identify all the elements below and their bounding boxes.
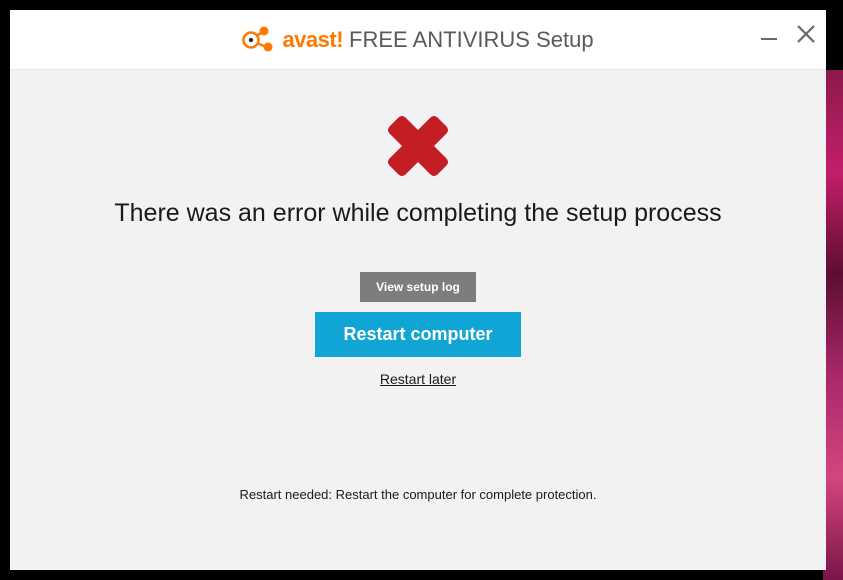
error-x-icon xyxy=(382,110,454,187)
window-controls xyxy=(760,24,816,44)
content-area: There was an error while completing the … xyxy=(10,70,826,570)
title-content: avast! FREE ANTIVIRUS Setup xyxy=(242,23,593,57)
title-suffix: FREE ANTIVIRUS Setup xyxy=(349,27,594,53)
background-decoration xyxy=(823,70,843,580)
error-heading: There was an error while completing the … xyxy=(114,199,721,228)
minimize-button[interactable] xyxy=(760,25,778,43)
restart-later-link[interactable]: Restart later xyxy=(380,371,456,387)
brand-name: avast! xyxy=(282,27,343,53)
titlebar: avast! FREE ANTIVIRUS Setup xyxy=(10,10,826,70)
restart-computer-button[interactable]: Restart computer xyxy=(315,312,520,357)
setup-window: avast! FREE ANTIVIRUS Setup There was an… xyxy=(10,10,826,570)
footer-message: Restart needed: Restart the computer for… xyxy=(10,487,826,502)
view-setup-log-button[interactable]: View setup log xyxy=(360,272,476,302)
avast-logo-icon xyxy=(242,23,276,57)
close-button[interactable] xyxy=(796,24,816,44)
